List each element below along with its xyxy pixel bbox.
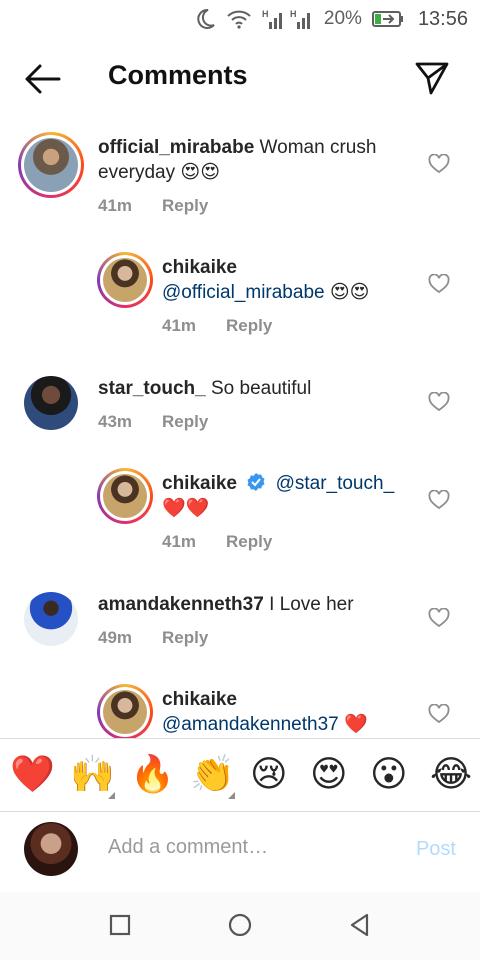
like-heart-icon[interactable]: [428, 704, 450, 724]
comment-time: 41m: [162, 316, 197, 335]
comment-username[interactable]: amandakenneth37: [98, 594, 264, 615]
svg-text:H: H: [262, 9, 269, 19]
comment-emoji: ❤️: [338, 714, 368, 735]
mention-link[interactable]: @official_mirababe: [162, 282, 325, 303]
reply-button[interactable]: Reply: [162, 196, 208, 215]
emoji-fire-button[interactable]: 🔥: [130, 752, 175, 796]
comment-text: chikaike @star_touch_ ❤️❤️: [162, 471, 432, 521]
header: Comments: [0, 38, 480, 118]
comment-meta: 41m Reply: [162, 532, 272, 552]
comment-meta: 49m Reply: [98, 628, 208, 648]
back-triangle-icon[interactable]: [347, 912, 373, 938]
comment-time: 41m: [162, 532, 197, 551]
comment-emoji: ❤️❤️: [162, 498, 210, 519]
comment-emoji: 😍😍: [324, 282, 370, 303]
comment-reply-item: chikaike @official_mirababe 😍😍 41m Reply: [0, 250, 480, 350]
comment-time: 43m: [98, 412, 133, 431]
comment-input[interactable]: [108, 836, 368, 859]
like-heart-icon[interactable]: [428, 274, 450, 294]
recent-apps-square-icon[interactable]: [107, 912, 133, 938]
avatar[interactable]: [97, 684, 153, 738]
like-heart-icon[interactable]: [428, 154, 450, 174]
emoji-quick-bar: ❤️ 🙌 🔥 👏 😢 😍 😮 😂: [0, 740, 480, 810]
emoji-raising-hands-button[interactable]: 🙌: [70, 752, 115, 796]
comment-emoji: 😍😍: [175, 162, 221, 183]
mention-link[interactable]: @star_touch_: [276, 473, 395, 494]
svg-text:H: H: [290, 9, 297, 19]
emoji-tears-of-joy-button[interactable]: 😂: [430, 752, 472, 796]
comment-reply-item: chikaike @star_touch_ ❤️❤️ 41m Reply: [0, 466, 480, 566]
my-avatar: [24, 822, 78, 876]
page-title: Comments: [108, 60, 248, 90]
avatar[interactable]: [24, 592, 78, 646]
back-arrow-icon[interactable]: [24, 62, 62, 96]
avatar[interactable]: [97, 468, 153, 524]
do-not-disturb-moon-icon: [197, 8, 215, 29]
comment-text: chikaike @official_mirababe 😍😍: [162, 255, 432, 305]
comment-item: official_mirababe Woman crush everyday 😍…: [0, 130, 480, 230]
comment-username[interactable]: star_touch_: [98, 378, 206, 399]
emoji-heart-eyes-button[interactable]: 😍: [310, 752, 348, 796]
like-heart-icon[interactable]: [428, 608, 450, 628]
like-heart-icon[interactable]: [428, 490, 450, 510]
comment-time: 49m: [98, 628, 133, 647]
like-heart-icon[interactable]: [428, 392, 450, 412]
send-direct-icon[interactable]: [414, 60, 450, 96]
emoji-red-heart-button[interactable]: ❤️: [10, 752, 55, 796]
comment-item: amandakenneth37 I Love her 49m Reply: [0, 588, 480, 668]
reply-button[interactable]: Reply: [162, 412, 208, 431]
comment-username[interactable]: official_mirababe: [98, 137, 254, 158]
reply-button[interactable]: Reply: [226, 316, 272, 335]
emoji-surprised-face-button[interactable]: 😮: [370, 752, 408, 796]
verified-badge-icon: [247, 473, 265, 491]
skin-tone-indicator-icon: [108, 792, 115, 799]
comment-composer: Post: [0, 812, 480, 892]
status-bar: H H 20% 13:56: [0, 0, 480, 38]
avatar[interactable]: [97, 252, 153, 308]
comment-reply-item: chikaike @amandakenneth37 ❤️: [0, 682, 480, 738]
reply-button[interactable]: Reply: [226, 532, 272, 551]
wifi-icon: [227, 10, 251, 29]
skin-tone-indicator-icon: [228, 792, 235, 799]
comment-item: star_touch_ So beautiful 43m Reply: [0, 372, 480, 452]
comment-meta: 41m Reply: [98, 196, 208, 216]
system-nav-bar: [0, 892, 480, 960]
comment-text: official_mirababe Woman crush everyday 😍…: [98, 137, 377, 183]
home-circle-icon[interactable]: [227, 912, 253, 938]
divider: [0, 738, 480, 739]
comment-text: chikaike @amandakenneth37 ❤️: [162, 687, 432, 737]
battery-charging-icon: [371, 11, 403, 27]
comment-time: 41m: [98, 196, 133, 215]
comment-username[interactable]: chikaike: [162, 473, 237, 494]
avatar[interactable]: [18, 132, 84, 198]
reply-button[interactable]: Reply: [162, 628, 208, 647]
status-icons: H H 20% 13:56: [194, 6, 468, 32]
battery-percent: 20%: [323, 8, 362, 29]
comment-meta: 41m Reply: [162, 316, 272, 336]
emoji-crying-face-button[interactable]: 😢: [250, 752, 288, 796]
comment-meta: 43m Reply: [98, 412, 208, 432]
comment-text: amandakenneth37 I Love her: [98, 594, 354, 615]
mention-link[interactable]: @amandakenneth37: [162, 714, 339, 735]
post-button[interactable]: Post: [416, 838, 456, 861]
clock: 13:56: [417, 7, 468, 30]
avatar[interactable]: [24, 376, 78, 430]
comment-username[interactable]: chikaike: [162, 689, 237, 710]
emoji-clapping-hands-button[interactable]: 👏: [190, 752, 235, 796]
signal-icon: H H: [262, 8, 314, 30]
comment-username[interactable]: chikaike: [162, 257, 237, 278]
comment-text: star_touch_ So beautiful: [98, 378, 312, 399]
